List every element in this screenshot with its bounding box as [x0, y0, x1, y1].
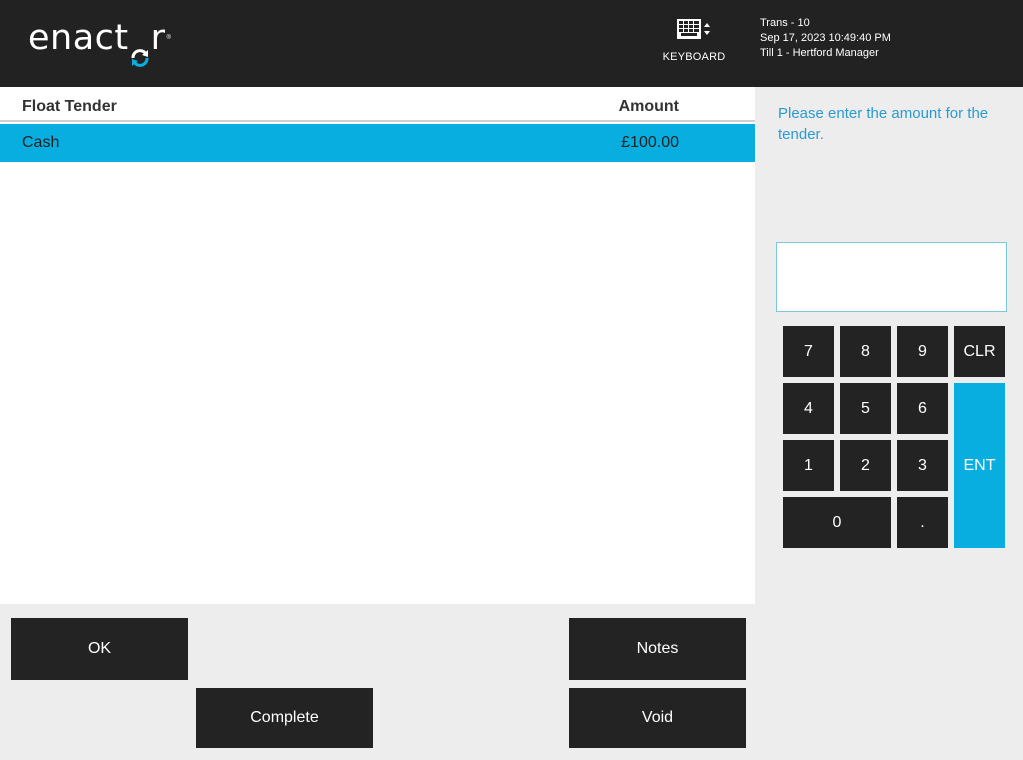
action-bar: OK Notes Complete Void: [0, 604, 755, 760]
prompt-message: Please enter the amount for the tender.: [778, 105, 989, 143]
table-header: Float Tender Amount: [0, 87, 755, 122]
key-8[interactable]: 8: [840, 326, 891, 377]
keyboard-icon: [676, 18, 712, 45]
trans-datetime: Sep 17, 2023 10:49:40 PM: [760, 32, 891, 44]
complete-button[interactable]: Complete: [196, 688, 373, 748]
table-row[interactable]: Cash £100.00: [0, 124, 755, 162]
transaction-info: Trans - 10 Sep 17, 2023 10:49:40 PM Till…: [760, 16, 891, 61]
column-header-tender: Float Tender: [22, 98, 117, 115]
header-bar: enact r ® KEYBOARD Trans - 10 Sep 17, 20…: [0, 0, 1023, 87]
key-4[interactable]: 4: [783, 383, 834, 434]
void-button[interactable]: Void: [569, 688, 746, 748]
key-7[interactable]: 7: [783, 326, 834, 377]
key-0[interactable]: 0: [783, 497, 891, 548]
notes-button[interactable]: Notes: [569, 618, 746, 680]
right-panel: Please enter the amount for the tender. …: [755, 87, 1023, 760]
row-amount: £100.00: [621, 134, 679, 151]
tender-table: Float Tender Amount Cash £100.00: [0, 87, 755, 604]
logo-text-start: enact: [28, 18, 129, 58]
registered-mark: ®: [166, 35, 171, 41]
keyboard-button[interactable]: KEYBOARD: [658, 18, 730, 70]
key-5[interactable]: 5: [840, 383, 891, 434]
keyboard-label: KEYBOARD: [662, 51, 726, 63]
enter-button[interactable]: ENT: [954, 383, 1005, 548]
column-header-amount: Amount: [618, 98, 679, 115]
logo-text-end: r: [150, 18, 166, 58]
ok-button[interactable]: OK: [11, 618, 188, 680]
enactor-logo: enact r ®: [28, 18, 171, 67]
key-3[interactable]: 3: [897, 440, 948, 491]
key-1[interactable]: 1: [783, 440, 834, 491]
key-6[interactable]: 6: [897, 383, 948, 434]
key-decimal[interactable]: .: [897, 497, 948, 548]
till-operator: Till 1 - Hertford Manager: [760, 47, 879, 59]
clear-button[interactable]: CLR: [954, 326, 1005, 377]
trans-number: Trans - 10: [760, 17, 810, 29]
amount-entry-field[interactable]: [776, 242, 1007, 312]
key-2[interactable]: 2: [840, 440, 891, 491]
key-9[interactable]: 9: [897, 326, 948, 377]
row-tender: Cash: [22, 134, 60, 151]
